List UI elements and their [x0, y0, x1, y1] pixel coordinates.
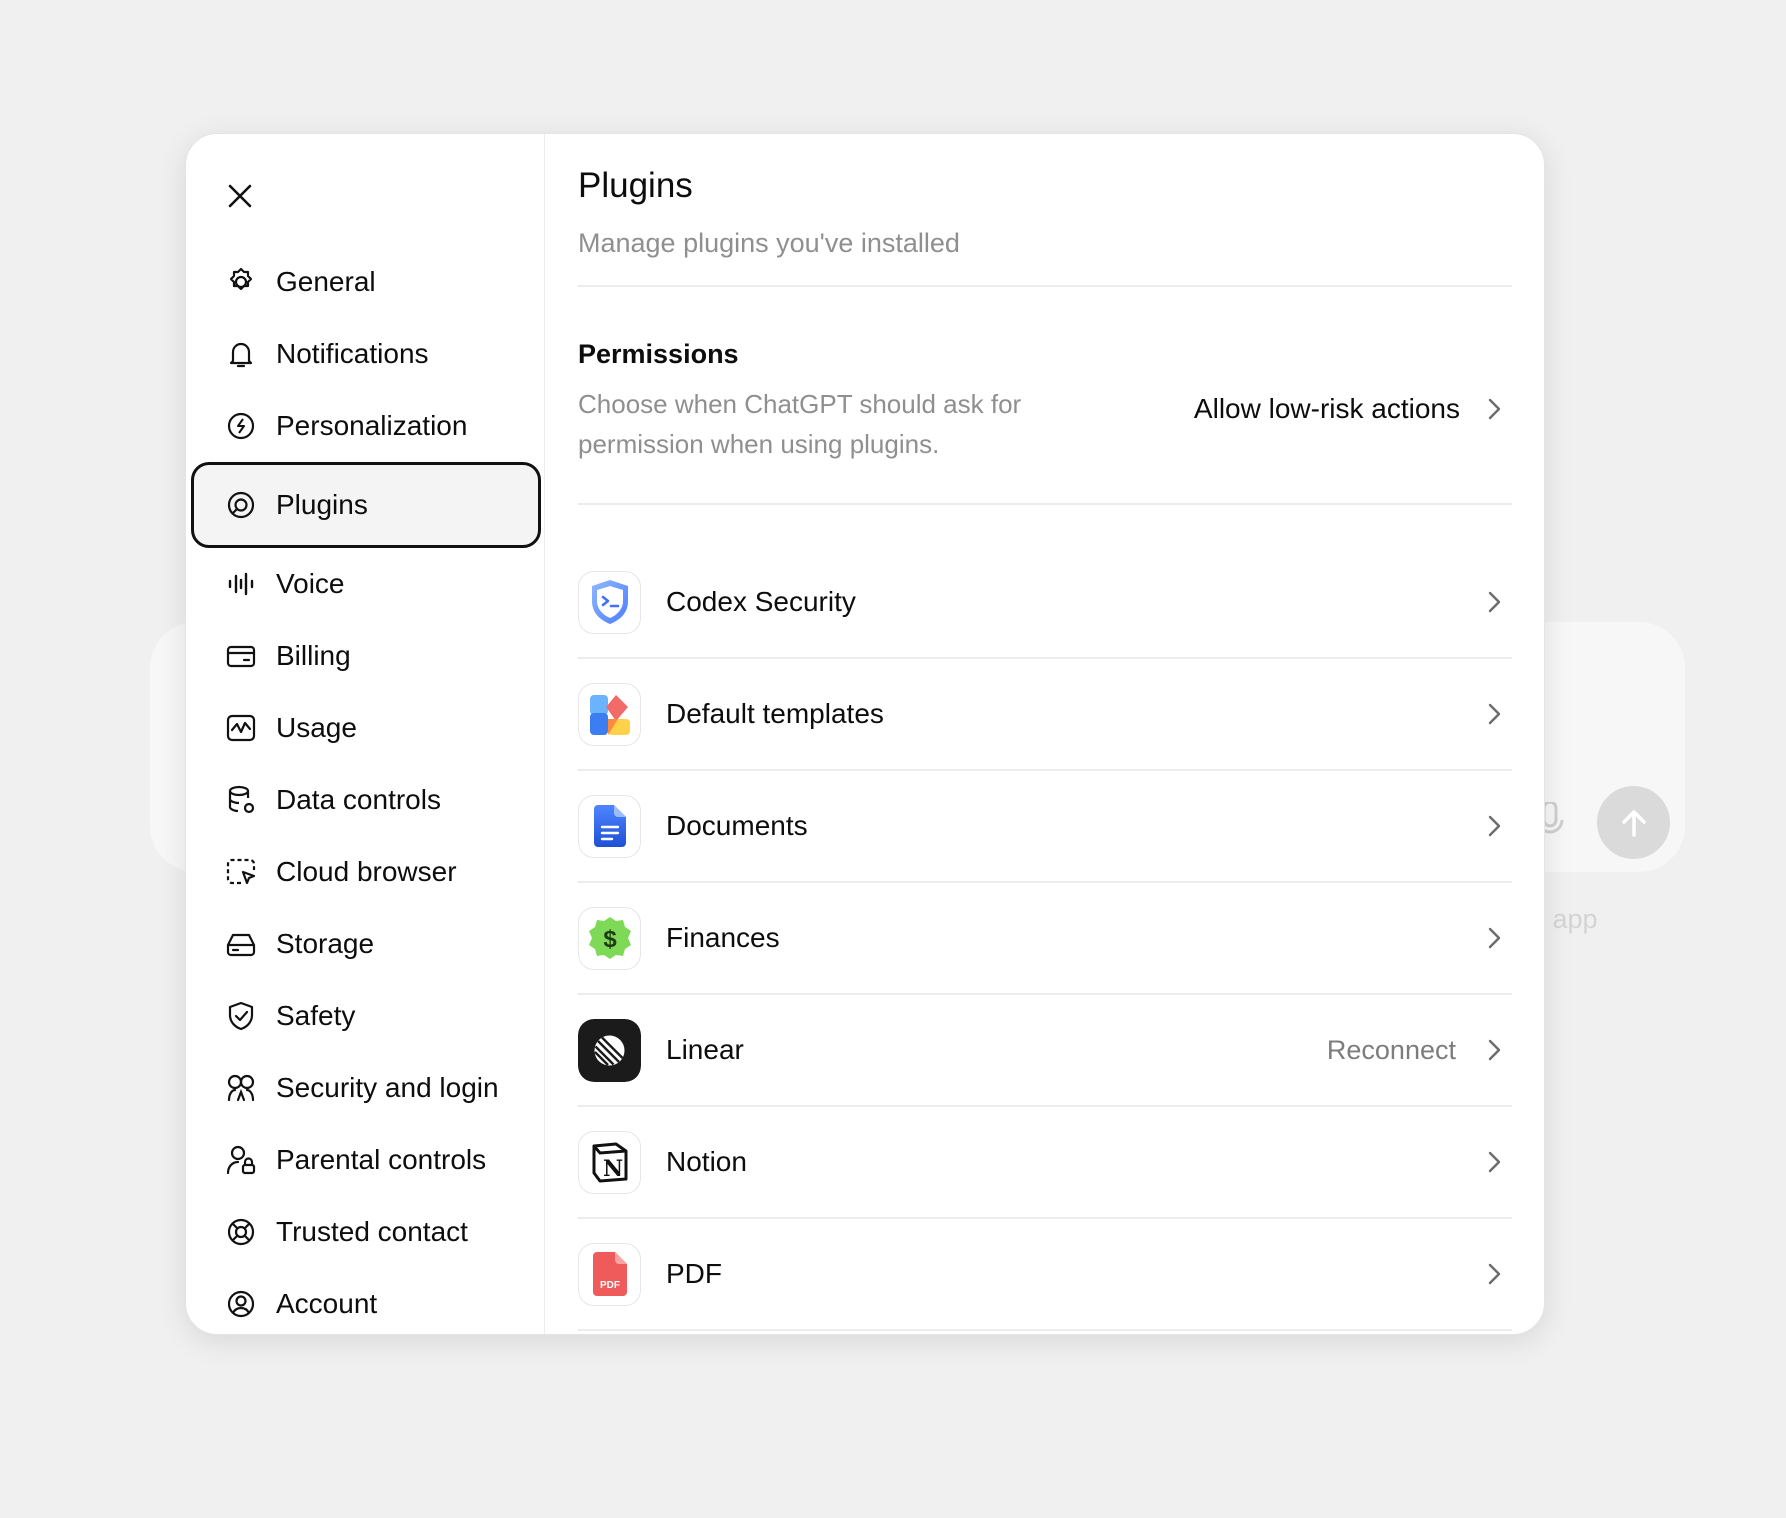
sidebar-item-label: Security and login	[276, 1072, 499, 1103]
chevron-right-icon	[1482, 590, 1506, 614]
sidebar-item-account[interactable]: Account	[191, 1268, 541, 1334]
svg-text:PDF: PDF	[600, 1280, 620, 1291]
waveform-icon	[224, 567, 258, 601]
sidebar-item-label: Account	[276, 1288, 378, 1319]
permissions-value: Allow low-risk actions	[1193, 393, 1460, 424]
arrow-up-icon	[1621, 809, 1646, 837]
browser-cursor-icon	[224, 855, 258, 889]
sidebar-item-label: Storage	[276, 928, 375, 959]
chevron-right-icon	[1482, 1150, 1506, 1174]
sidebar-item-plugins[interactable]: Plugins	[191, 462, 541, 548]
lifebuoy-icon	[224, 1215, 258, 1249]
settings-main: Plugins Manage plugins you've installed …	[545, 134, 1544, 1334]
sidebar-item-notifications[interactable]: Notifications	[191, 318, 541, 390]
sidebar-item-label: Parental controls	[276, 1144, 487, 1175]
chevron-right-icon	[1482, 1038, 1506, 1062]
database-gear-icon	[224, 783, 258, 817]
sidebar-item-trusted-contact[interactable]: Trusted contact	[191, 1196, 541, 1268]
sidebar-item-parental-controls[interactable]: Parental controls	[191, 1124, 541, 1196]
sidebar-item-label: Safety	[276, 1000, 356, 1031]
plugin-row[interactable]: PDF PDF	[578, 1219, 1512, 1331]
sidebar-item-label: Personalization	[276, 410, 468, 441]
plugin-name: PDF	[666, 1258, 722, 1289]
plugin-row[interactable]: $ Finances	[578, 883, 1512, 995]
activity-icon	[224, 711, 258, 745]
drive-icon	[224, 927, 258, 961]
svg-text:$: $	[603, 926, 617, 953]
plugin-row[interactable]: N Notion	[578, 1107, 1512, 1219]
sidebar-item-safety[interactable]: Safety	[191, 980, 541, 1052]
plugin-row[interactable]: Linear Reconnect	[578, 995, 1512, 1107]
linear-logo	[578, 1018, 641, 1082]
permissions-selector[interactable]: Allow low-risk actions	[1194, 361, 1512, 457]
chevron-right-icon	[1482, 702, 1506, 726]
settings-sidebar: General Notifications Personalization Plugi…	[186, 134, 545, 1334]
chevron-right-icon	[1482, 926, 1506, 950]
plugin-row[interactable]: Codex Security	[578, 547, 1512, 659]
svg-text:N: N	[602, 1156, 622, 1182]
permissions-title: Permissions	[578, 339, 739, 369]
sidebar-item-label: General	[276, 266, 376, 297]
pdf-logo: PDF	[578, 1242, 641, 1306]
settings-modal: General Notifications Personalization Plugi…	[185, 133, 1545, 1335]
sidebar-item-security-and-login[interactable]: Security and login	[191, 1052, 541, 1124]
plugin-name: Notion	[666, 1146, 747, 1177]
plugin-name: Linear	[666, 1034, 744, 1065]
sidebar-item-data-controls[interactable]: Data controls	[191, 764, 541, 836]
sidebar-item-voice[interactable]: Voice	[191, 548, 541, 620]
permissions-section: Permissions Choose when ChatGPT should a…	[578, 287, 1512, 503]
plugin-row[interactable]: Default templates	[578, 659, 1512, 771]
page-title: Plugins	[578, 166, 693, 205]
plugin-name: Default templates	[666, 698, 884, 729]
templates-logo	[578, 682, 641, 746]
settings-nav: General Notifications Personalization Plugi…	[191, 246, 541, 1334]
finances-logo: $	[578, 906, 641, 970]
shield-check-icon	[224, 999, 258, 1033]
sidebar-item-general[interactable]: General	[191, 246, 541, 318]
personalization-icon	[224, 409, 258, 443]
plugin-name: Finances	[666, 922, 780, 953]
close-icon	[228, 184, 252, 208]
documents-logo	[578, 794, 641, 858]
wallet-icon	[224, 639, 258, 673]
sidebar-item-label: Trusted contact	[276, 1216, 468, 1247]
bell-icon	[224, 337, 258, 371]
sidebar-item-personalization[interactable]: Personalization	[191, 390, 541, 462]
plugin-row[interactable]: Documents	[578, 771, 1512, 883]
people-security-icon	[224, 1071, 258, 1105]
notion-logo: N	[578, 1130, 641, 1194]
codex-security-logo	[578, 570, 641, 634]
sidebar-item-label: Data controls	[276, 784, 441, 815]
plugin-name: Documents	[666, 810, 808, 841]
plugin-list: Codex Security Default templates Documents…	[578, 547, 1512, 1331]
sidebar-item-billing[interactable]: Billing	[191, 620, 541, 692]
sidebar-item-cloud-browser[interactable]: Cloud browser	[191, 836, 541, 908]
close-button[interactable]	[220, 176, 260, 216]
sidebar-item-label: Billing	[276, 640, 351, 671]
sidebar-item-storage[interactable]: Storage	[191, 908, 541, 980]
permissions-description: Choose when ChatGPT should ask for permi…	[578, 389, 1022, 459]
sidebar-item-label: Usage	[276, 712, 357, 743]
divider	[578, 503, 1512, 505]
sidebar-item-label: Cloud browser	[276, 856, 457, 887]
sidebar-item-label: Voice	[276, 568, 345, 599]
send-button	[1597, 786, 1670, 859]
chevron-right-icon	[1482, 814, 1506, 838]
chevron-right-icon	[1482, 1262, 1506, 1286]
plugin-status[interactable]: Reconnect	[1327, 1035, 1456, 1066]
sidebar-item-label: Notifications	[276, 338, 429, 369]
person-lock-icon	[224, 1143, 258, 1177]
chevron-right-icon	[1482, 397, 1506, 421]
gear-icon	[224, 265, 258, 299]
sidebar-item-label: Plugins	[276, 489, 368, 520]
sidebar-item-usage[interactable]: Usage	[191, 692, 541, 764]
user-circle-icon	[224, 1287, 258, 1321]
plugin-icon	[224, 488, 258, 522]
plugin-name: Codex Security	[666, 586, 856, 617]
page-subtitle: Manage plugins you've installed	[578, 228, 960, 258]
